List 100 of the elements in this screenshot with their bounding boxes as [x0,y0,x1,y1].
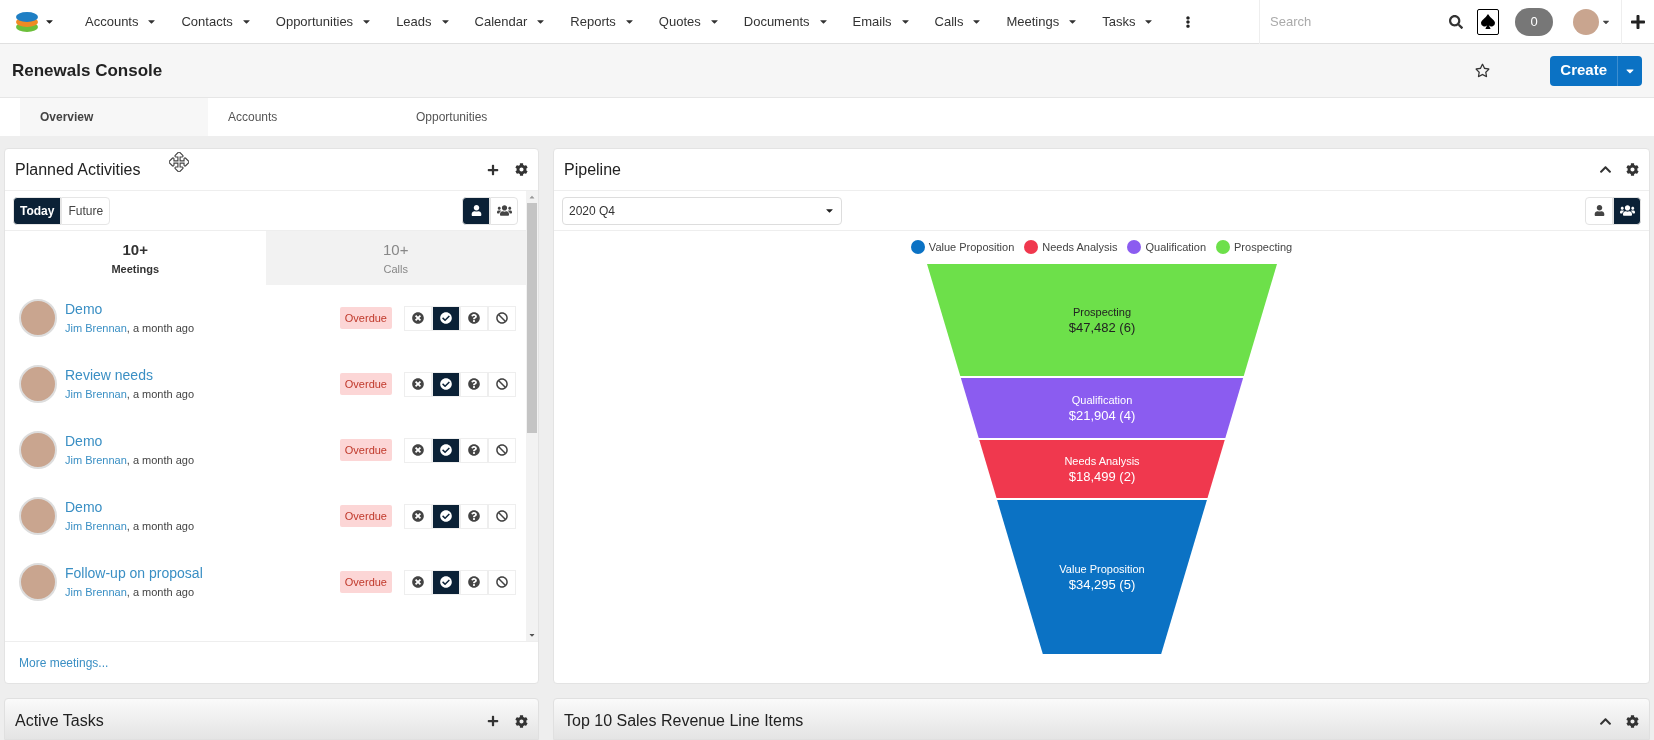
response-button[interactable] [404,371,432,397]
question-icon [468,444,480,456]
segment-label: Value Proposition [1058,562,1145,575]
console-tab[interactable]: Overview [20,98,208,136]
decline-icon [412,576,424,588]
user-link[interactable]: Jim Brennan [65,518,127,534]
user-link[interactable]: Jim Brennan [65,320,127,336]
more-meetings-link[interactable]: More meetings... [19,653,109,672]
ban-icon [496,576,508,588]
panel-title: Pipeline [564,159,621,180]
view-toggle-button[interactable] [462,196,490,225]
response-button[interactable] [404,437,432,463]
response-button[interactable] [404,305,432,331]
collapse-icon[interactable] [1599,163,1612,176]
scrollbar[interactable] [526,191,538,641]
response-button[interactable] [460,371,488,397]
question-icon [468,510,480,522]
user-link[interactable]: Jim Brennan [65,386,127,402]
nav-menu-item[interactable]: Meetings [1006,11,1079,32]
response-button[interactable] [404,569,432,595]
response-button[interactable] [432,437,460,463]
meeting-title-link[interactable]: Demo [65,432,195,450]
avatar [19,497,57,535]
response-button[interactable] [404,503,432,529]
period-toggle-button[interactable]: Today [13,196,62,225]
user-link[interactable]: Jim Brennan [65,584,127,600]
period-dropdown[interactable]: 2020 Q4 [562,196,842,225]
nav-menu-item[interactable]: Quotes [658,11,720,32]
avatar [19,431,57,469]
settings-icon[interactable] [1626,163,1639,176]
settings-icon[interactable] [515,163,528,176]
response-button[interactable] [460,305,488,331]
view-toggle-button[interactable] [1613,196,1641,225]
relative-time: , a month ago [126,585,195,600]
segment-value: $47,482 (6) [1068,319,1135,335]
spade-card-icon[interactable] [1477,8,1499,35]
response-button[interactable] [432,569,460,595]
move-cursor-icon [169,152,189,172]
check-icon [440,378,452,390]
nav-menu-item[interactable]: Tasks [1102,11,1155,32]
console-tab[interactable]: Accounts [208,98,396,136]
question-icon [468,312,480,324]
period-toggle-button[interactable]: Future [61,196,111,225]
scroll-down-icon[interactable] [528,631,536,639]
search-field[interactable]: Search [1270,11,1410,32]
nav-menu-item[interactable]: Emails [852,11,911,32]
user-icon [470,205,482,216]
meeting-title-link[interactable]: Follow-up on proposal [65,564,203,582]
view-toggle-button[interactable] [1585,196,1613,225]
ban-icon [496,444,508,456]
response-button[interactable] [488,305,516,331]
response-button[interactable] [460,503,488,529]
nav-menu-item[interactable]: Reports [570,11,635,32]
response-button[interactable] [460,569,488,595]
segment-label: Needs Analysis [1063,454,1140,467]
overdue-badge: Overdue [339,570,392,594]
nav-menu-item[interactable]: Calendar [474,11,547,32]
add-icon[interactable] [487,163,499,176]
settings-icon[interactable] [515,714,528,728]
user-link[interactable]: Jim Brennan [65,452,127,468]
response-button[interactable] [432,371,460,397]
response-button[interactable] [460,437,488,463]
create-button[interactable]: Create [1550,55,1618,86]
view-toggle-button[interactable] [490,196,518,225]
nav-menu-item[interactable]: Documents [743,11,829,32]
decline-icon [412,312,424,324]
segment-value: $21,904 (4) [1068,407,1135,423]
response-button[interactable] [488,371,516,397]
console-tab[interactable]: Opportunities [396,98,584,136]
user-icon [1593,205,1605,216]
nav-menu-item[interactable]: Contacts [181,11,252,32]
panel-title: Active Tasks [15,711,104,731]
avatar [1573,8,1599,35]
notification-count[interactable]: 0 [1515,7,1553,36]
meeting-title-link[interactable]: Review needs [65,366,195,384]
nav-menu-item[interactable]: Accounts [85,11,158,32]
meeting-title-link[interactable]: Demo [65,300,195,318]
question-icon [468,576,480,588]
nav-menu-item[interactable]: Opportunities [275,11,373,32]
avatar [19,299,57,337]
team-icon [1619,203,1635,218]
nav-menu-item[interactable]: Leads [396,11,451,32]
response-button[interactable] [432,503,460,529]
add-icon[interactable] [487,715,499,727]
response-button[interactable] [488,569,516,595]
response-button[interactable] [488,503,516,529]
settings-icon[interactable] [1626,714,1639,728]
search-icon[interactable] [1449,14,1463,29]
plus-icon[interactable] [1630,13,1646,30]
relative-time: , a month ago [126,453,195,468]
nav-menu-item[interactable]: Calls [934,11,983,32]
segment-value: $18,499 (2) [1068,468,1135,484]
decline-icon [412,378,424,390]
response-button[interactable] [488,437,516,463]
page-title: Renewals Console [12,59,163,82]
meeting-title-link[interactable]: Demo [65,498,195,516]
overdue-badge: Overdue [339,438,392,462]
favorite-star-icon[interactable] [1475,63,1491,78]
panel-title: Top 10 Sales Revenue Line Items [564,711,804,731]
response-button[interactable] [432,305,460,331]
